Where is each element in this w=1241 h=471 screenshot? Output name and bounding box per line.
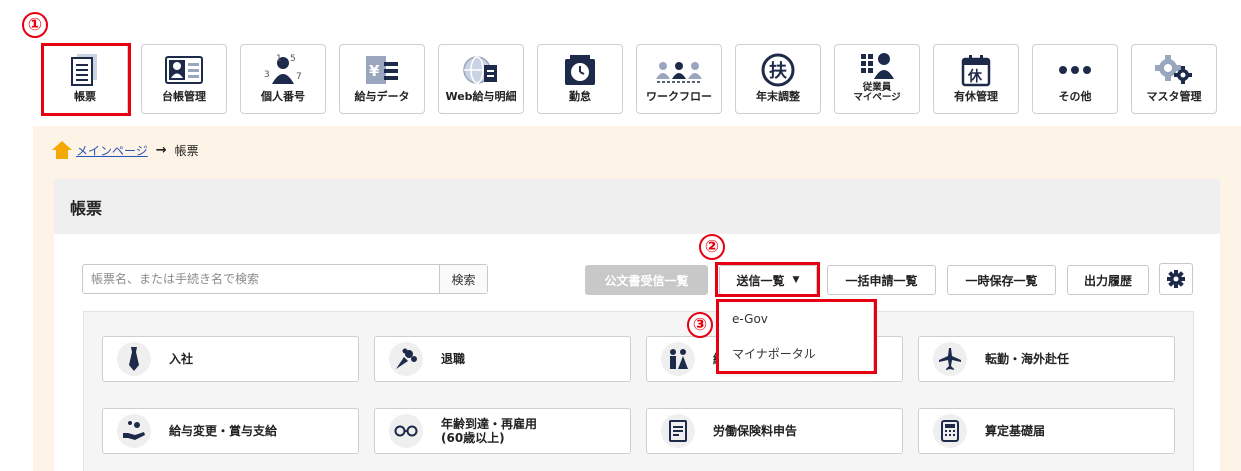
workflow-icon (637, 49, 721, 91)
toolbar-other-button[interactable]: その他 (1032, 44, 1118, 114)
breadcrumb: メインページ → 帳票 (51, 140, 199, 160)
card-label: 年齢到達・再雇用 (60歳以上) (441, 417, 537, 445)
toolbar-salary-data-button[interactable]: ¥ 給与データ (339, 44, 425, 114)
main-content: メインページ → 帳票 帳票 検索 公文書受信一覧 送信一覧 ▼ 一括申請一覧 … (33, 126, 1241, 471)
id-card-icon (142, 49, 226, 91)
year-end-adjustment-icon: 扶 (736, 49, 820, 91)
more-dots-icon (1033, 49, 1117, 91)
search-input[interactable] (83, 265, 439, 293)
svg-text:¥: ¥ (369, 62, 380, 80)
category-card-calculation-basis[interactable]: 算定基礎届 (918, 408, 1175, 454)
toolbar-label: 個人番号 (261, 90, 305, 103)
search-box: 検索 (82, 264, 488, 294)
tie-icon (117, 342, 151, 376)
marriage-icon (661, 342, 695, 376)
toolbar-label-bottom: マイページ (853, 92, 901, 103)
sent-list-dropdown-menu: e-Gov マイナポータル (718, 300, 874, 372)
callout-two: ② (699, 234, 725, 260)
toolbar-ledger-button[interactable]: 帳票 (42, 44, 128, 114)
dropdown-item-egov[interactable]: e-Gov (719, 301, 873, 336)
breadcrumb-current: 帳票 (174, 143, 199, 158)
category-card-labor-insurance[interactable]: 労働保険料申告 (646, 408, 903, 454)
callout-one: ① (22, 12, 48, 38)
toolbar-workflow-button[interactable]: ワークフロー (636, 44, 722, 114)
airplane-icon (933, 342, 967, 376)
ledger-icon (43, 49, 127, 91)
svg-text:扶: 扶 (769, 60, 788, 82)
category-card-joining[interactable]: 入社 (102, 336, 359, 382)
chevron-down-icon: ▼ (792, 275, 800, 285)
toolbar-ledger-management-button[interactable]: 台帳管理 (141, 44, 227, 114)
toolbar-employee-mypage-button[interactable]: 従業員 マイページ (834, 44, 920, 114)
sent-list-dropdown-button[interactable]: 送信一覧 ▼ (719, 265, 817, 295)
card-label: 入社 (169, 352, 194, 366)
settings-button[interactable] (1159, 263, 1193, 295)
toolbar-master-button[interactable]: マスタ管理 (1131, 44, 1217, 114)
card-label: 退職 (441, 352, 466, 366)
category-card-transfer[interactable]: 転勤・海外赴任 (918, 336, 1175, 382)
breadcrumb-home-link[interactable]: メインページ (76, 142, 148, 159)
toolbar-label: 給与データ (354, 90, 410, 103)
calculator-icon (933, 414, 967, 448)
forms-panel: 帳票 検索 公文書受信一覧 送信一覧 ▼ 一括申請一覧 一時保存一覧 出力履歴 (54, 179, 1220, 471)
svg-text:1: 1 (276, 54, 282, 64)
master-settings-icon (1132, 49, 1216, 91)
toolbar-attendance-button[interactable]: 勤怠 (537, 44, 623, 114)
svg-text:休: 休 (967, 68, 983, 85)
home-icon (52, 141, 72, 159)
toolbar-label: その他 (1058, 90, 1092, 103)
category-card-salary-change[interactable]: 給与変更・賞与支給 (102, 408, 359, 454)
dropdown-item-mynaportal[interactable]: マイナポータル (719, 336, 873, 371)
toolbar-label: 帳票 (74, 90, 96, 103)
card-label: 算定基礎届 (985, 424, 1046, 438)
category-card-retirement[interactable]: 退職 (374, 336, 631, 382)
toolbar-label: 有休管理 (954, 90, 998, 103)
card-label-line1: 年齢到達・再雇用 (441, 417, 538, 431)
svg-text:7: 7 (296, 72, 302, 82)
toolbar-label: マスタ管理 (1146, 90, 1202, 103)
temp-saved-list-button[interactable]: 一時保存一覧 (947, 265, 1056, 295)
card-label: 転勤・海外赴任 (985, 352, 1070, 366)
breadcrumb-arrow: → (155, 142, 167, 158)
toolbar-year-end-adjustment-button[interactable]: 扶 年末調整 (735, 44, 821, 114)
page-title: 帳票 (54, 179, 1220, 234)
toolbar-label: Web給与明細 (445, 90, 517, 103)
svg-text:5: 5 (290, 54, 296, 64)
money-hand-icon (117, 414, 151, 448)
card-label: 給与変更・賞与支給 (169, 424, 278, 438)
search-button[interactable]: 検索 (439, 265, 487, 293)
public-docs-received-button[interactable]: 公文書受信一覧 (585, 265, 708, 295)
document-icon (661, 414, 695, 448)
toolbar-label: ワークフロー (646, 90, 712, 103)
toolbar-label: 勤怠 (569, 90, 591, 103)
top-toolbar: 帳票 台帳管理 1 5 3 7 個人番号 ¥ 給与データ Web給与明細 勤怠 … (0, 0, 1241, 126)
category-card-age-reemployment[interactable]: 年齢到達・再雇用 (60歳以上) (374, 408, 631, 454)
card-label: 労働保険料申告 (713, 424, 798, 438)
toolbar-label: 台帳管理 (162, 90, 206, 103)
output-history-button[interactable]: 出力履歴 (1067, 265, 1149, 295)
toolbar-paid-leave-button[interactable]: 休 有休管理 (933, 44, 1019, 114)
svg-text:3: 3 (264, 70, 270, 80)
bulk-application-list-button[interactable]: 一括申請一覧 (827, 265, 936, 295)
paid-leave-calendar-icon: 休 (934, 49, 1018, 91)
toolbar-label: 年末調整 (756, 90, 800, 103)
gear-icon (1167, 270, 1185, 288)
employee-mypage-icon (835, 49, 919, 83)
glasses-icon (389, 414, 423, 448)
callout-three: ③ (687, 312, 713, 338)
bouquet-icon (389, 342, 423, 376)
toolbar-web-payslip-button[interactable]: Web給与明細 (438, 44, 524, 114)
attendance-clock-icon (538, 49, 622, 91)
card-label-line2: (60歳以上) (441, 431, 505, 445)
sent-list-label: 送信一覧 (736, 273, 785, 288)
personal-number-icon: 1 5 3 7 (241, 49, 325, 91)
category-grid: 入社 退職 結婚 転勤・海外赴任 (83, 311, 1194, 471)
toolbar-personal-number-button[interactable]: 1 5 3 7 個人番号 (240, 44, 326, 114)
web-payslip-icon (439, 49, 523, 91)
salary-data-icon: ¥ (340, 49, 424, 91)
